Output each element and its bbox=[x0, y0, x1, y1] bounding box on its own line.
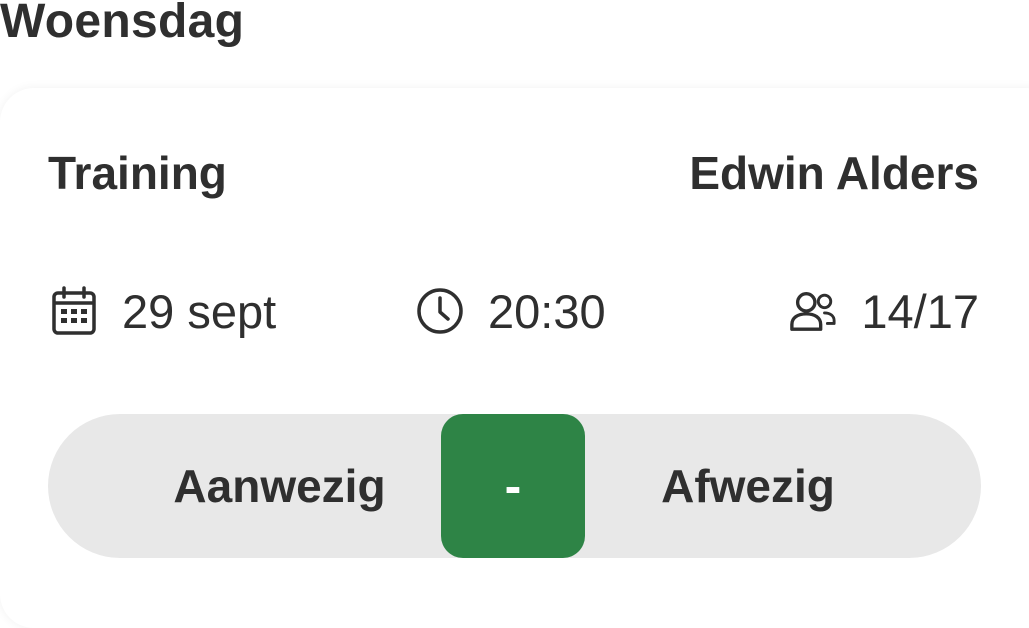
event-time: 20:30 bbox=[416, 280, 606, 342]
clock-icon bbox=[416, 287, 464, 335]
neutral-button[interactable]: - bbox=[441, 414, 585, 558]
participant-count-text: 14/17 bbox=[861, 284, 979, 338]
event-date: 29 sept bbox=[50, 280, 276, 342]
event-date-text: 29 sept bbox=[122, 284, 277, 338]
day-heading: Woensdag bbox=[0, 0, 245, 48]
absent-button[interactable]: Afwezig bbox=[585, 414, 981, 558]
users-icon bbox=[789, 287, 837, 335]
participant-count: 14/17 bbox=[789, 280, 979, 342]
attendance-toggle: Aanwezig - Afwezig bbox=[48, 414, 981, 558]
event-time-text: 20:30 bbox=[488, 284, 606, 338]
present-button[interactable]: Aanwezig bbox=[48, 414, 441, 558]
event-title: Training bbox=[48, 147, 227, 199]
calendar-icon bbox=[50, 286, 98, 335]
trainer-name: Edwin Alders bbox=[689, 147, 979, 199]
